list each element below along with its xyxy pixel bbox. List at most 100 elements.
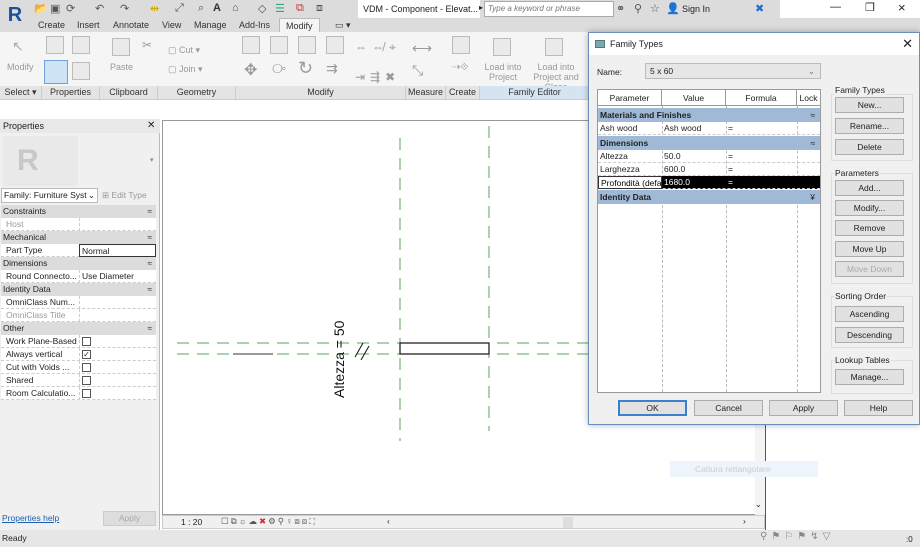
rotate-icon[interactable]: ↻ bbox=[298, 58, 313, 79]
collapse-icon[interactable]: ≈ bbox=[148, 283, 152, 296]
collapse-icon[interactable]: ≈ bbox=[148, 231, 152, 244]
panel-select[interactable]: Select ▾ bbox=[0, 86, 42, 99]
parameter-value[interactable]: Ash wood bbox=[662, 122, 726, 135]
parameter-formula[interactable]: = bbox=[726, 150, 797, 163]
parameter-group[interactable]: Materials and Finishes ≈ bbox=[598, 108, 820, 122]
apply-button[interactable]: Apply bbox=[769, 400, 838, 416]
selection-filter-icons[interactable]: ⚲⚑⚐⚑↯▽ bbox=[760, 531, 834, 542]
paste-button[interactable]: Paste bbox=[110, 62, 133, 72]
help-button[interactable]: Help bbox=[844, 400, 913, 416]
ascending-button[interactable]: Ascending bbox=[835, 306, 904, 322]
paste-icon[interactable] bbox=[112, 38, 130, 56]
cut-clipboard-icon[interactable]: ✂ bbox=[142, 38, 152, 52]
close-icon[interactable]: ✕ bbox=[147, 119, 155, 133]
checkbox[interactable]: ✓ bbox=[82, 350, 91, 359]
properties-group[interactable]: Mechanical ≈ bbox=[1, 231, 156, 244]
collapse-icon[interactable]: ≈ bbox=[148, 205, 152, 218]
remove-parameter-button[interactable]: Remove bbox=[835, 220, 904, 236]
offset-icon[interactable] bbox=[270, 36, 288, 54]
properties-group[interactable]: Dimensions ≈ bbox=[1, 257, 156, 270]
properties-group[interactable]: Other ≈ bbox=[1, 322, 156, 335]
scroll-left-icon[interactable]: ‹ bbox=[387, 516, 390, 526]
tab-add-ins[interactable]: Add-Ins bbox=[239, 18, 270, 32]
parameter-value[interactable]: 600.0 bbox=[662, 163, 726, 176]
scroll-down-icon[interactable]: ⌄ bbox=[755, 500, 762, 509]
save-icon[interactable]: ▣ bbox=[50, 2, 60, 15]
load-into-project-icon[interactable] bbox=[493, 38, 511, 56]
delete-type-button[interactable]: Delete bbox=[835, 139, 904, 155]
checkbox[interactable] bbox=[82, 376, 91, 385]
checkbox[interactable] bbox=[82, 389, 91, 398]
trim-extend-icon[interactable]: ⇉ bbox=[326, 60, 338, 77]
horizontal-scroll-thumb[interactable] bbox=[563, 517, 573, 528]
cancel-button[interactable]: Cancel bbox=[694, 400, 763, 416]
property-value[interactable]: Use Diameter bbox=[82, 271, 134, 281]
checkbox[interactable] bbox=[82, 337, 91, 346]
manage-lookup-button[interactable]: Manage... bbox=[835, 369, 904, 385]
parameter-group[interactable]: Dimensions ≈ bbox=[598, 136, 820, 150]
family-category-icon[interactable] bbox=[46, 36, 64, 54]
collapse-icon[interactable]: ≈ bbox=[148, 257, 152, 270]
create-similar-icon[interactable] bbox=[452, 36, 470, 54]
close-icon[interactable]: ✕ bbox=[902, 33, 913, 55]
collapse-icon[interactable]: ≈ bbox=[810, 136, 815, 150]
collapse-icon[interactable]: ≈ bbox=[810, 108, 815, 122]
rename-type-button[interactable]: Rename... bbox=[835, 118, 904, 134]
ribbon-minimize-toggle[interactable]: ▭ ▾ bbox=[335, 18, 351, 32]
expand-arrow-icon[interactable]: ▸ bbox=[479, 3, 483, 12]
modify-small-tools-icon[interactable]: ⇔⇎⌖ bbox=[355, 40, 401, 55]
section-icon[interactable]: ◇ bbox=[258, 2, 266, 15]
parameter-row[interactable]: Profondità (default) 1680.0 = bbox=[598, 176, 820, 189]
column-header-value[interactable]: Value bbox=[662, 90, 726, 106]
close-hidden-icon[interactable]: ⧉ bbox=[296, 2, 304, 15]
parameter-formula[interactable]: = bbox=[726, 122, 797, 135]
mirror-draw-icon[interactable] bbox=[326, 36, 344, 54]
properties-help-link[interactable]: Properties help bbox=[2, 513, 59, 523]
load-into-project-close-icon[interactable] bbox=[545, 38, 563, 56]
parameter-formula[interactable]: = bbox=[726, 176, 797, 189]
collapse-icon[interactable]: ¥ bbox=[810, 190, 815, 204]
parameter-row[interactable]: Altezza 50.0 = bbox=[598, 150, 820, 163]
mirror-axis-icon[interactable] bbox=[298, 36, 316, 54]
column-header-formula[interactable]: Formula bbox=[726, 90, 797, 106]
lock-checkbox[interactable] bbox=[799, 150, 801, 163]
close-icon[interactable]: × bbox=[898, 0, 906, 15]
subscription-icon[interactable]: ⚲ bbox=[634, 2, 642, 15]
type-selector[interactable]: Family: Furniture Syst ⌄ bbox=[1, 188, 98, 203]
parameter-row[interactable]: Larghezza 600.0 = bbox=[598, 163, 820, 176]
properties-toggle-icon[interactable] bbox=[44, 60, 68, 84]
tab-manage[interactable]: Manage bbox=[194, 18, 227, 32]
tab-create[interactable]: Create bbox=[38, 18, 65, 32]
parameter-group[interactable]: Identity Data ¥ bbox=[598, 190, 820, 204]
measure-distance-icon[interactable]: ⤡ bbox=[412, 62, 423, 79]
open-icon[interactable]: 📂 bbox=[34, 2, 48, 15]
parameter-formula[interactable]: = bbox=[726, 163, 797, 176]
dimension-label[interactable]: Altezza = 50 bbox=[331, 320, 347, 398]
name-select[interactable]: 5 x 60 ⌄ bbox=[645, 63, 821, 79]
sync-icon[interactable]: ⟳ bbox=[66, 2, 75, 15]
cut-geometry-button[interactable]: ▢ Cut ▾ bbox=[168, 45, 200, 56]
aligned-dimension-icon[interactable]: ⟷ bbox=[412, 40, 432, 57]
parameter-value[interactable]: 50.0 bbox=[662, 150, 726, 163]
family-types-icon[interactable] bbox=[72, 36, 90, 54]
edit-type-button[interactable]: ⊞ Edit Type bbox=[102, 188, 147, 203]
binoculars-icon[interactable]: ⚭ bbox=[616, 2, 625, 15]
scroll-right-icon[interactable]: › bbox=[743, 516, 746, 526]
ok-button[interactable]: OK bbox=[618, 400, 687, 416]
3d-view-icon[interactable]: ⌂ bbox=[232, 2, 239, 14]
create-group-icon[interactable]: ⇢⟐ bbox=[452, 62, 468, 73]
property-value[interactable]: Normal bbox=[82, 246, 109, 256]
column-header-lock[interactable]: Lock bbox=[797, 90, 820, 106]
properties-group[interactable]: Identity Data ≈ bbox=[1, 283, 156, 296]
lock-checkbox[interactable] bbox=[799, 176, 801, 189]
move-icon[interactable]: ✥ bbox=[244, 60, 257, 80]
type-properties-icon[interactable] bbox=[72, 62, 90, 80]
collapse-icon[interactable]: ≈ bbox=[148, 322, 152, 335]
tab-view[interactable]: View bbox=[162, 18, 181, 32]
load-into-project-button[interactable]: Load into Project bbox=[483, 62, 523, 82]
dimension-icon[interactable]: ⤢ bbox=[175, 2, 184, 15]
move-up-button[interactable]: Move Up bbox=[835, 241, 904, 257]
move-down-button[interactable]: Move Down bbox=[835, 261, 904, 277]
descending-button[interactable]: Descending bbox=[835, 327, 904, 343]
modify-button[interactable]: Modify bbox=[7, 62, 34, 72]
